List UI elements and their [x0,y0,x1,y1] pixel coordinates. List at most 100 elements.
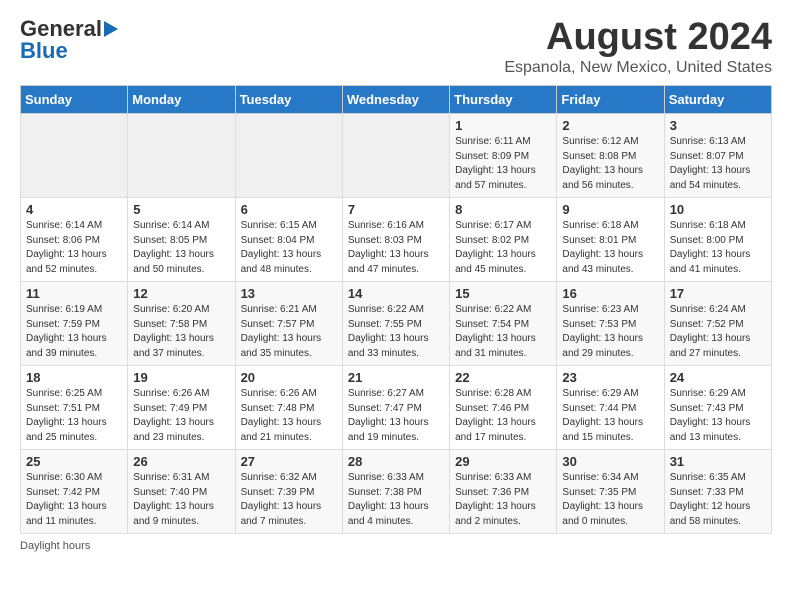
day-number: 2 [562,118,658,133]
day-info: Sunrise: 6:12 AM Sunset: 8:08 PM Dayligh… [562,135,658,193]
day-info: Sunrise: 6:18 AM Sunset: 8:00 PM Dayligh… [670,219,766,277]
day-number: 26 [133,454,229,469]
calendar-week-row: 25Sunrise: 6:30 AM Sunset: 7:42 PM Dayli… [21,450,772,534]
day-number: 23 [562,370,658,385]
day-of-week-header: Friday [557,86,664,114]
calendar-cell: 25Sunrise: 6:30 AM Sunset: 7:42 PM Dayli… [21,450,128,534]
day-number: 16 [562,286,658,301]
calendar-cell: 14Sunrise: 6:22 AM Sunset: 7:55 PM Dayli… [342,282,449,366]
day-number: 4 [26,202,122,217]
main-title: August 2024 [504,16,772,59]
day-info: Sunrise: 6:21 AM Sunset: 7:57 PM Dayligh… [241,303,337,361]
calendar-body: 1 Sunrise: 6:11 AM Sunset: 8:09 PM Daylig… [21,114,772,534]
day-info: Sunrise: 6:33 AM Sunset: 7:36 PM Dayligh… [455,471,551,529]
calendar-cell: 17Sunrise: 6:24 AM Sunset: 7:52 PM Dayli… [664,282,771,366]
day-number: 13 [241,286,337,301]
title-area: August 2024 Espanola, New Mexico, United… [504,16,772,77]
day-info: Sunrise: 6:29 AM Sunset: 7:43 PM Dayligh… [670,387,766,445]
day-info: Sunrise: 6:29 AM Sunset: 7:44 PM Dayligh… [562,387,658,445]
day-info: Sunrise: 6:32 AM Sunset: 7:39 PM Dayligh… [241,471,337,529]
day-info: Sunrise: 6:26 AM Sunset: 7:48 PM Dayligh… [241,387,337,445]
day-number: 18 [26,370,122,385]
day-number: 9 [562,202,658,217]
day-number: 17 [670,286,766,301]
calendar-cell [21,114,128,198]
calendar-cell: 10 Sunrise: 6:18 AM Sunset: 8:00 PM Dayli… [664,198,771,282]
calendar-cell: 28 Sunrise: 6:33 AM Sunset: 7:38 PM Dayli… [342,450,449,534]
calendar-cell: 16 Sunrise: 6:23 AM Sunset: 7:53 PM Dayli… [557,282,664,366]
day-info: Sunrise: 6:30 AM Sunset: 7:42 PM Dayligh… [26,471,122,529]
day-info: Sunrise: 6:23 AM Sunset: 7:53 PM Dayligh… [562,303,658,361]
calendar-cell: 9 Sunrise: 6:18 AM Sunset: 8:01 PM Daylig… [557,198,664,282]
calendar-table: SundayMondayTuesdayWednesdayThursdayFrid… [20,85,772,534]
day-number: 28 [348,454,444,469]
day-number: 30 [562,454,658,469]
calendar-cell: 4 Sunrise: 6:14 AM Sunset: 8:06 PM Daylig… [21,198,128,282]
day-info: Sunrise: 6:15 AM Sunset: 8:04 PM Dayligh… [241,219,337,277]
day-info: Sunrise: 6:20 AM Sunset: 7:58 PM Dayligh… [133,303,229,361]
day-info: Sunrise: 6:26 AM Sunset: 7:49 PM Dayligh… [133,387,229,445]
day-number: 3 [670,118,766,133]
day-info: Sunrise: 6:35 AM Sunset: 7:33 PM Dayligh… [670,471,766,529]
subtitle: Espanola, New Mexico, United States [504,59,772,77]
day-info: Sunrise: 6:28 AM Sunset: 7:46 PM Dayligh… [455,387,551,445]
day-number: 22 [455,370,551,385]
calendar-cell: 23 Sunrise: 6:29 AM Sunset: 7:44 PM Dayli… [557,366,664,450]
day-of-week-header: Thursday [450,86,557,114]
day-number: 10 [670,202,766,217]
day-number: 15 [455,286,551,301]
day-info: Sunrise: 6:22 AM Sunset: 7:54 PM Dayligh… [455,303,551,361]
day-number: 29 [455,454,551,469]
logo-blue: Blue [20,38,68,64]
day-number: 1 [455,118,551,133]
day-number: 5 [133,202,229,217]
day-number: 8 [455,202,551,217]
day-info: Sunrise: 6:34 AM Sunset: 7:35 PM Dayligh… [562,471,658,529]
logo: General Blue [20,16,118,64]
calendar-cell: 30 Sunrise: 6:34 AM Sunset: 7:35 PM Dayli… [557,450,664,534]
calendar-week-row: 1 Sunrise: 6:11 AM Sunset: 8:09 PM Daylig… [21,114,772,198]
day-number: 14 [348,286,444,301]
day-number: 11 [26,286,122,301]
day-of-week-header: Sunday [21,86,128,114]
calendar-cell [235,114,342,198]
calendar-cell [342,114,449,198]
day-info: Sunrise: 6:33 AM Sunset: 7:38 PM Dayligh… [348,471,444,529]
calendar-cell: 20 Sunrise: 6:26 AM Sunset: 7:48 PM Dayli… [235,366,342,450]
day-number: 20 [241,370,337,385]
day-info: Sunrise: 6:16 AM Sunset: 8:03 PM Dayligh… [348,219,444,277]
day-of-week-header: Saturday [664,86,771,114]
logo-arrow-icon [104,21,118,37]
calendar-cell: 1 Sunrise: 6:11 AM Sunset: 8:09 PM Daylig… [450,114,557,198]
calendar-cell: 6Sunrise: 6:15 AM Sunset: 8:04 PM Daylig… [235,198,342,282]
daylight-label: Daylight hours [20,540,90,552]
calendar-cell: 13 Sunrise: 6:21 AM Sunset: 7:57 PM Dayli… [235,282,342,366]
calendar-cell: 29 Sunrise: 6:33 AM Sunset: 7:36 PM Dayli… [450,450,557,534]
day-info: Sunrise: 6:14 AM Sunset: 8:05 PM Dayligh… [133,219,229,277]
footer-note: Daylight hours [20,540,772,552]
calendar-week-row: 18 Sunrise: 6:25 AM Sunset: 7:51 PM Dayli… [21,366,772,450]
day-info: Sunrise: 6:19 AM Sunset: 7:59 PM Dayligh… [26,303,122,361]
day-number: 7 [348,202,444,217]
day-number: 21 [348,370,444,385]
day-info: Sunrise: 6:18 AM Sunset: 8:01 PM Dayligh… [562,219,658,277]
calendar-cell: 5 Sunrise: 6:14 AM Sunset: 8:05 PM Daylig… [128,198,235,282]
calendar-cell: 24 Sunrise: 6:29 AM Sunset: 7:43 PM Dayli… [664,366,771,450]
calendar-cell: 12Sunrise: 6:20 AM Sunset: 7:58 PM Dayli… [128,282,235,366]
day-info: Sunrise: 6:11 AM Sunset: 8:09 PM Dayligh… [455,135,551,193]
day-info: Sunrise: 6:31 AM Sunset: 7:40 PM Dayligh… [133,471,229,529]
day-info: Sunrise: 6:14 AM Sunset: 8:06 PM Dayligh… [26,219,122,277]
calendar-cell: 8 Sunrise: 6:17 AM Sunset: 8:02 PM Daylig… [450,198,557,282]
day-of-week-header: Monday [128,86,235,114]
calendar-cell: 3 Sunrise: 6:13 AM Sunset: 8:07 PM Daylig… [664,114,771,198]
day-info: Sunrise: 6:13 AM Sunset: 8:07 PM Dayligh… [670,135,766,193]
day-of-week-header: Wednesday [342,86,449,114]
day-info: Sunrise: 6:25 AM Sunset: 7:51 PM Dayligh… [26,387,122,445]
calendar-week-row: 11 Sunrise: 6:19 AM Sunset: 7:59 PM Dayli… [21,282,772,366]
day-info: Sunrise: 6:17 AM Sunset: 8:02 PM Dayligh… [455,219,551,277]
calendar-cell: 15 Sunrise: 6:22 AM Sunset: 7:54 PM Dayli… [450,282,557,366]
day-number: 19 [133,370,229,385]
calendar-header-row: SundayMondayTuesdayWednesdayThursdayFrid… [21,86,772,114]
day-number: 24 [670,370,766,385]
day-number: 27 [241,454,337,469]
